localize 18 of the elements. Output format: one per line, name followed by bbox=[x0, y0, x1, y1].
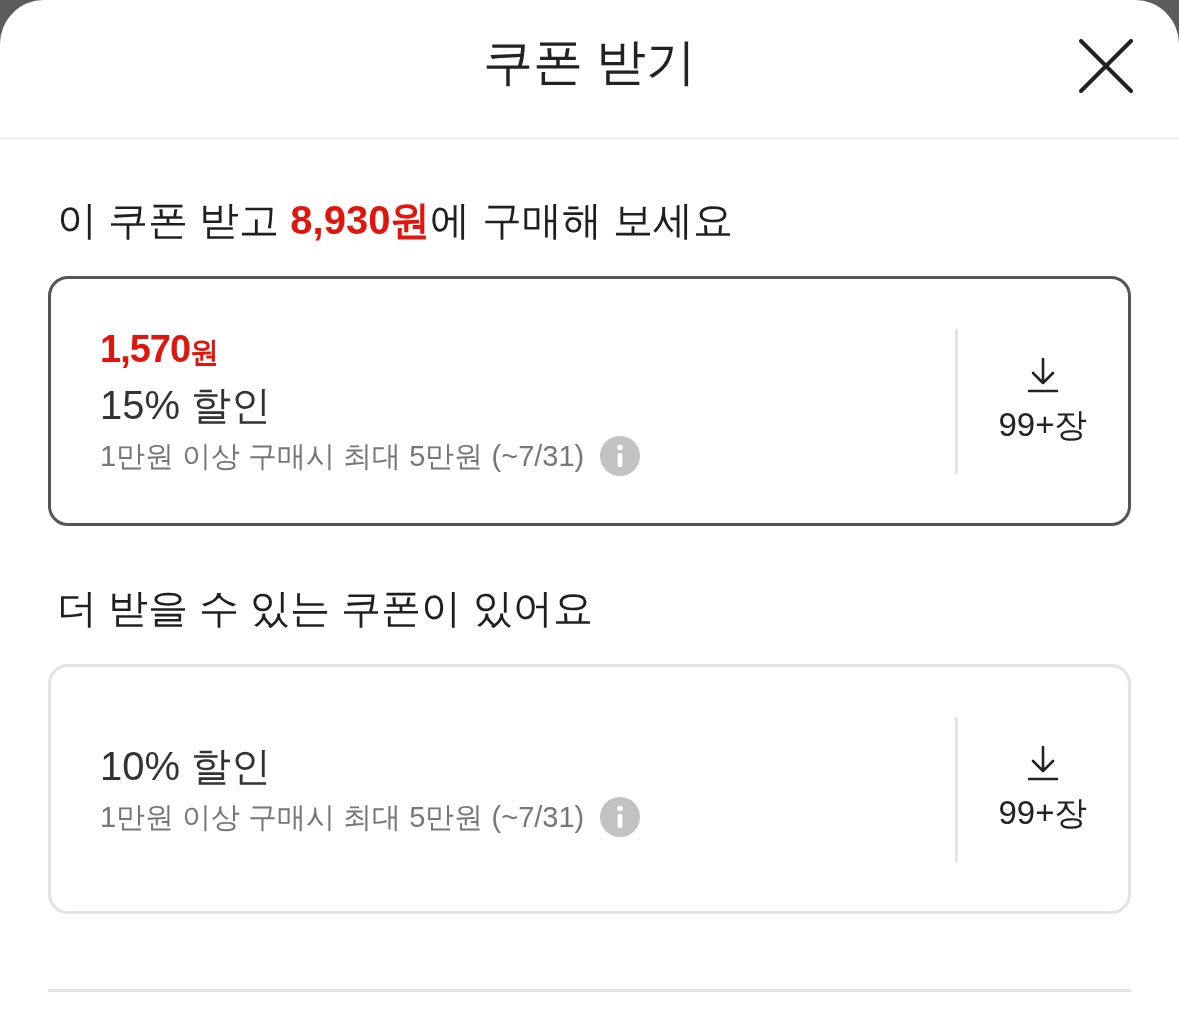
coupon-title: 10% 할인 bbox=[100, 743, 273, 790]
section-heading: 이 쿠폰 받고 8,930원에 구매해 보세요 bbox=[56, 197, 734, 244]
close-icon bbox=[1079, 38, 1133, 93]
info-icon[interactable] bbox=[600, 435, 641, 476]
download-icon bbox=[1027, 745, 1059, 781]
coupon-condition: 1만원 이상 구매시 최대 5만원 (~7/31) bbox=[100, 800, 585, 835]
coupon-title: 15% 할인 bbox=[100, 381, 273, 429]
section-heading: 더 받을 수 있는 쿠폰이 있어요 bbox=[56, 585, 594, 632]
coupon-card[interactable]: 10% 할인 1만원 이상 구매시 최대 5만원 (~7/31) 99+장 bbox=[48, 664, 1131, 914]
download-button[interactable]: 99+장 bbox=[958, 745, 1128, 833]
download-icon bbox=[1027, 357, 1059, 393]
coupon-condition: 1만원 이상 구매시 최대 5만원 (~7/31) bbox=[100, 438, 585, 474]
discount-amount: 1,570원 bbox=[100, 326, 220, 372]
info-icon[interactable] bbox=[600, 797, 641, 837]
coupon-card[interactable]: 1,570원 15% 할인 1만원 이상 구매시 최대 5만원 (~7/31) 99+장 bbox=[48, 276, 1131, 526]
download-button[interactable]: 99+장 bbox=[958, 357, 1128, 445]
close-button[interactable] bbox=[1079, 38, 1133, 93]
sheet-title: 쿠폰 받기 bbox=[482, 32, 697, 92]
